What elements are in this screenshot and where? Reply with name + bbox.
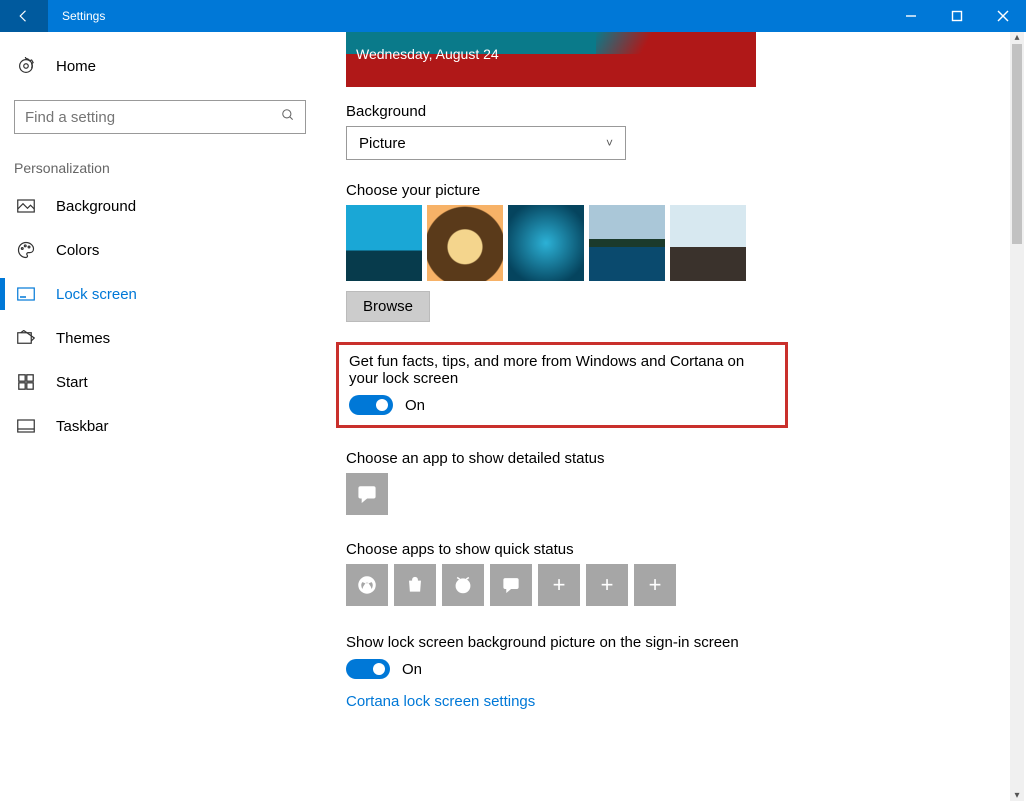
sidebar-item-label: Themes: [56, 330, 110, 347]
sidebar-item-label: Start: [56, 374, 88, 391]
signin-toggle[interactable]: [346, 659, 390, 679]
sidebar-item-label: Background: [56, 198, 136, 215]
picture-thumbnails: [346, 205, 986, 281]
sidebar-item-label: Colors: [56, 242, 99, 259]
preview-date: Wednesday, August 24: [356, 46, 499, 62]
detailed-status-label: Choose an app to show detailed status: [346, 450, 986, 467]
home-nav[interactable]: Home: [0, 46, 320, 86]
search-box[interactable]: [14, 100, 306, 134]
quick-app-slot-add[interactable]: +: [634, 564, 676, 606]
quick-app-slot-xbox[interactable]: [346, 564, 388, 606]
picture-thumb[interactable]: [589, 205, 665, 281]
scrollbar[interactable]: ▴ ▾: [1010, 32, 1024, 801]
sidebar-item-taskbar[interactable]: Taskbar: [0, 404, 320, 448]
maximize-button[interactable]: [934, 0, 980, 32]
sidebar-item-colors[interactable]: Colors: [0, 228, 320, 272]
themes-icon: [14, 328, 38, 348]
background-dropdown[interactable]: Picture ˅: [346, 126, 626, 160]
sidebar-item-start[interactable]: Start: [0, 360, 320, 404]
window-title: Settings: [48, 9, 105, 23]
choose-picture-label: Choose your picture: [346, 182, 986, 199]
lockscreen-preview: Wednesday, August 24: [346, 32, 756, 87]
funfacts-label: Get fun facts, tips, and more from Windo…: [349, 353, 775, 387]
main-content: Wednesday, August 24 Background Picture …: [320, 32, 1026, 801]
scroll-up-icon[interactable]: ▴: [1010, 32, 1024, 43]
quick-app-slot-add[interactable]: +: [586, 564, 628, 606]
lockscreen-icon: [14, 284, 38, 304]
detailed-app-slot[interactable]: [346, 473, 388, 515]
sidebar-item-themes[interactable]: Themes: [0, 316, 320, 360]
signin-state: On: [402, 661, 422, 678]
quick-app-slot-alarm[interactable]: [442, 564, 484, 606]
section-label: Personalization: [0, 134, 320, 184]
quick-app-slot-add[interactable]: +: [538, 564, 580, 606]
close-button[interactable]: [980, 0, 1026, 32]
funfacts-state: On: [405, 397, 425, 414]
background-label: Background: [346, 103, 986, 120]
chevron-down-icon: ˅: [606, 136, 613, 150]
sidebar-item-label: Taskbar: [56, 418, 109, 435]
search-icon: [281, 108, 295, 127]
picture-thumb[interactable]: [508, 205, 584, 281]
signin-label: Show lock screen background picture on t…: [346, 634, 986, 651]
picture-thumb[interactable]: [346, 205, 422, 281]
search-input[interactable]: [25, 109, 281, 126]
gear-icon: [14, 56, 38, 76]
funfacts-highlight: Get fun facts, tips, and more from Windo…: [336, 342, 788, 428]
minimize-button[interactable]: [888, 0, 934, 32]
palette-icon: [14, 240, 38, 260]
cortana-link[interactable]: Cortana lock screen settings: [346, 693, 535, 710]
window-controls: [888, 0, 1026, 32]
home-label: Home: [56, 58, 96, 75]
back-button[interactable]: [0, 0, 48, 32]
scroll-thumb[interactable]: [1012, 44, 1022, 244]
quick-app-slot-messaging[interactable]: [490, 564, 532, 606]
quick-app-slot-store[interactable]: [394, 564, 436, 606]
dropdown-value: Picture: [359, 135, 406, 152]
picture-thumb[interactable]: [670, 205, 746, 281]
funfacts-toggle[interactable]: [349, 395, 393, 415]
taskbar-icon: [14, 416, 38, 436]
sidebar-item-background[interactable]: Background: [0, 184, 320, 228]
picture-thumb[interactable]: [427, 205, 503, 281]
titlebar: Settings: [0, 0, 1026, 32]
scroll-down-icon[interactable]: ▾: [1010, 790, 1024, 801]
sidebar-item-lockscreen[interactable]: Lock screen: [0, 272, 320, 316]
image-icon: [14, 196, 38, 216]
start-icon: [14, 372, 38, 392]
sidebar-item-label: Lock screen: [56, 286, 137, 303]
quick-status-label: Choose apps to show quick status: [346, 541, 986, 558]
browse-button[interactable]: Browse: [346, 291, 430, 322]
sidebar: Home Personalization Background Colors L…: [0, 32, 320, 801]
